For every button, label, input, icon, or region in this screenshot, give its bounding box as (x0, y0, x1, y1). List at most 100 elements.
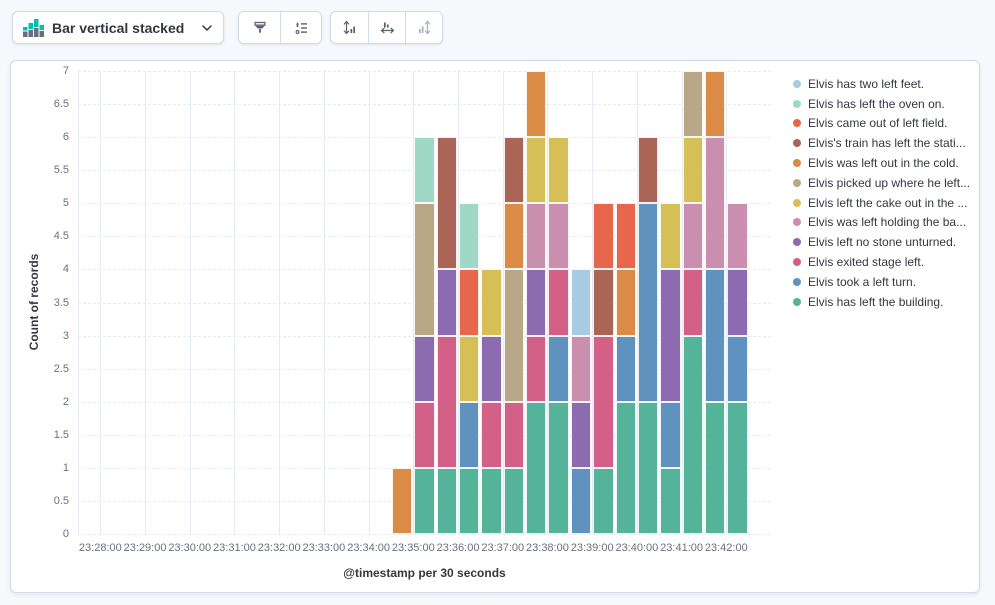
bar-segment[interactable] (526, 269, 546, 335)
right-axis-button[interactable] (405, 12, 442, 43)
bar-segment[interactable] (660, 468, 680, 534)
bar-segment[interactable] (683, 336, 703, 534)
y-gridline (78, 71, 771, 72)
legend-color-dot (793, 218, 801, 226)
legend-options-button[interactable] (280, 12, 321, 43)
bar-segment[interactable] (683, 203, 703, 269)
bar-segment[interactable] (705, 137, 725, 269)
bar-segment[interactable] (481, 269, 501, 335)
bar-segment[interactable] (504, 269, 524, 401)
bottom-axis-button[interactable] (368, 12, 405, 43)
visual-options-button[interactable] (239, 12, 280, 43)
bar-segment[interactable] (727, 203, 747, 269)
legend-item[interactable]: Elvis has left the building. (793, 292, 978, 312)
bar-segment[interactable] (660, 203, 680, 269)
bar-segment[interactable] (571, 336, 591, 402)
bar-segment[interactable] (705, 269, 725, 401)
bar-segment[interactable] (727, 269, 747, 335)
bar-segment[interactable] (727, 336, 747, 402)
bar-segment[interactable] (616, 402, 636, 534)
legend-item[interactable]: Elvis exited stage left. (793, 252, 978, 272)
bar-segment[interactable] (504, 203, 524, 269)
bar-segment[interactable] (616, 269, 636, 335)
bar-segment[interactable] (459, 203, 479, 269)
horizontal-axis-extent-icon (379, 19, 396, 36)
bar-segment[interactable] (593, 336, 613, 468)
bar-segment[interactable] (571, 269, 591, 335)
legend-color-dot (793, 100, 801, 108)
bar-segment[interactable] (414, 137, 434, 203)
bar-segment[interactable] (437, 137, 457, 269)
bar-segment[interactable] (437, 468, 457, 534)
bar-segment[interactable] (683, 137, 703, 203)
bar-segment[interactable] (683, 71, 703, 137)
bar-segment[interactable] (660, 402, 680, 468)
legend-item[interactable]: Elvis's train has left the stati... (793, 133, 978, 153)
bar-segment[interactable] (414, 402, 434, 468)
bar-segment[interactable] (593, 203, 613, 269)
bar-segment[interactable] (705, 402, 725, 534)
bar-segment[interactable] (437, 269, 457, 335)
legend-item[interactable]: Elvis has left the oven on. (793, 94, 978, 114)
bar-segment[interactable] (459, 402, 479, 468)
legend-label: Elvis was left out in the cold. (808, 156, 959, 170)
legend-item[interactable]: Elvis picked up where he left... (793, 173, 978, 193)
x-axis-title: @timestamp per 30 seconds (78, 566, 771, 580)
bar-segment[interactable] (437, 336, 457, 468)
bar-segment[interactable] (526, 402, 546, 534)
x-tick-label: 23:28:00 (79, 542, 122, 554)
bar-segment[interactable] (526, 137, 546, 203)
bar-segment[interactable] (459, 336, 479, 402)
bar-segment[interactable] (548, 203, 568, 269)
legend-item[interactable]: Elvis left no stone unturned. (793, 232, 978, 252)
bar-segment[interactable] (481, 402, 501, 468)
bar-segment[interactable] (548, 402, 568, 534)
bar-segment[interactable] (459, 269, 479, 335)
legend-label: Elvis picked up where he left... (808, 176, 970, 190)
bar-segment[interactable] (593, 468, 613, 534)
bar-segment[interactable] (414, 203, 434, 335)
bar-segment[interactable] (548, 137, 568, 203)
bar-segment[interactable] (683, 269, 703, 335)
bar-segment[interactable] (705, 71, 725, 137)
right-axis-extent-icon (416, 19, 433, 36)
bar-segment[interactable] (548, 336, 568, 402)
bar-segment[interactable] (526, 71, 546, 137)
bar-segment[interactable] (504, 402, 524, 468)
bar-segment[interactable] (727, 402, 747, 534)
bar-segment[interactable] (526, 203, 546, 269)
bar-segment[interactable] (481, 468, 501, 534)
bar-segment[interactable] (638, 137, 658, 203)
chart-type-label: Bar vertical stacked (52, 20, 193, 36)
bar-segment[interactable] (526, 336, 546, 402)
chart-type-selector[interactable]: Bar vertical stacked (12, 11, 224, 44)
bar-segment[interactable] (414, 468, 434, 534)
bar-segment[interactable] (638, 203, 658, 401)
bar-segment[interactable] (459, 468, 479, 534)
legend-item[interactable]: Elvis was left holding the ba... (793, 213, 978, 233)
bar-segment[interactable] (616, 336, 636, 402)
x-tick-label: 23:41:00 (660, 542, 703, 554)
bar-segment[interactable] (571, 402, 591, 468)
bar-segment[interactable] (504, 137, 524, 203)
bar-segment[interactable] (638, 402, 658, 534)
bar-segment[interactable] (548, 269, 568, 335)
visualization-panel: 23:28:0023:29:0023:30:0023:31:0023:32:00… (10, 60, 980, 593)
bar-segment[interactable] (593, 269, 613, 335)
bar-segment[interactable] (571, 468, 591, 534)
left-axis-button[interactable] (331, 12, 368, 43)
legend-item[interactable]: Elvis left the cake out in the ... (793, 193, 978, 213)
bar-segment[interactable] (504, 468, 524, 534)
bar-segment[interactable] (392, 468, 412, 534)
x-tick-label: 23:32:00 (258, 542, 301, 554)
legend-item[interactable]: Elvis took a left turn. (793, 272, 978, 292)
legend-label: Elvis has two left feet. (808, 77, 924, 91)
bar-segment[interactable] (616, 203, 636, 269)
bar-segment[interactable] (414, 336, 434, 402)
x-tick-label: 23:39:00 (571, 542, 614, 554)
legend-item[interactable]: Elvis was left out in the cold. (793, 153, 978, 173)
legend-item[interactable]: Elvis has two left feet. (793, 74, 978, 94)
bar-segment[interactable] (481, 336, 501, 402)
bar-segment[interactable] (660, 269, 680, 401)
legend-item[interactable]: Elvis came out of left field. (793, 114, 978, 134)
